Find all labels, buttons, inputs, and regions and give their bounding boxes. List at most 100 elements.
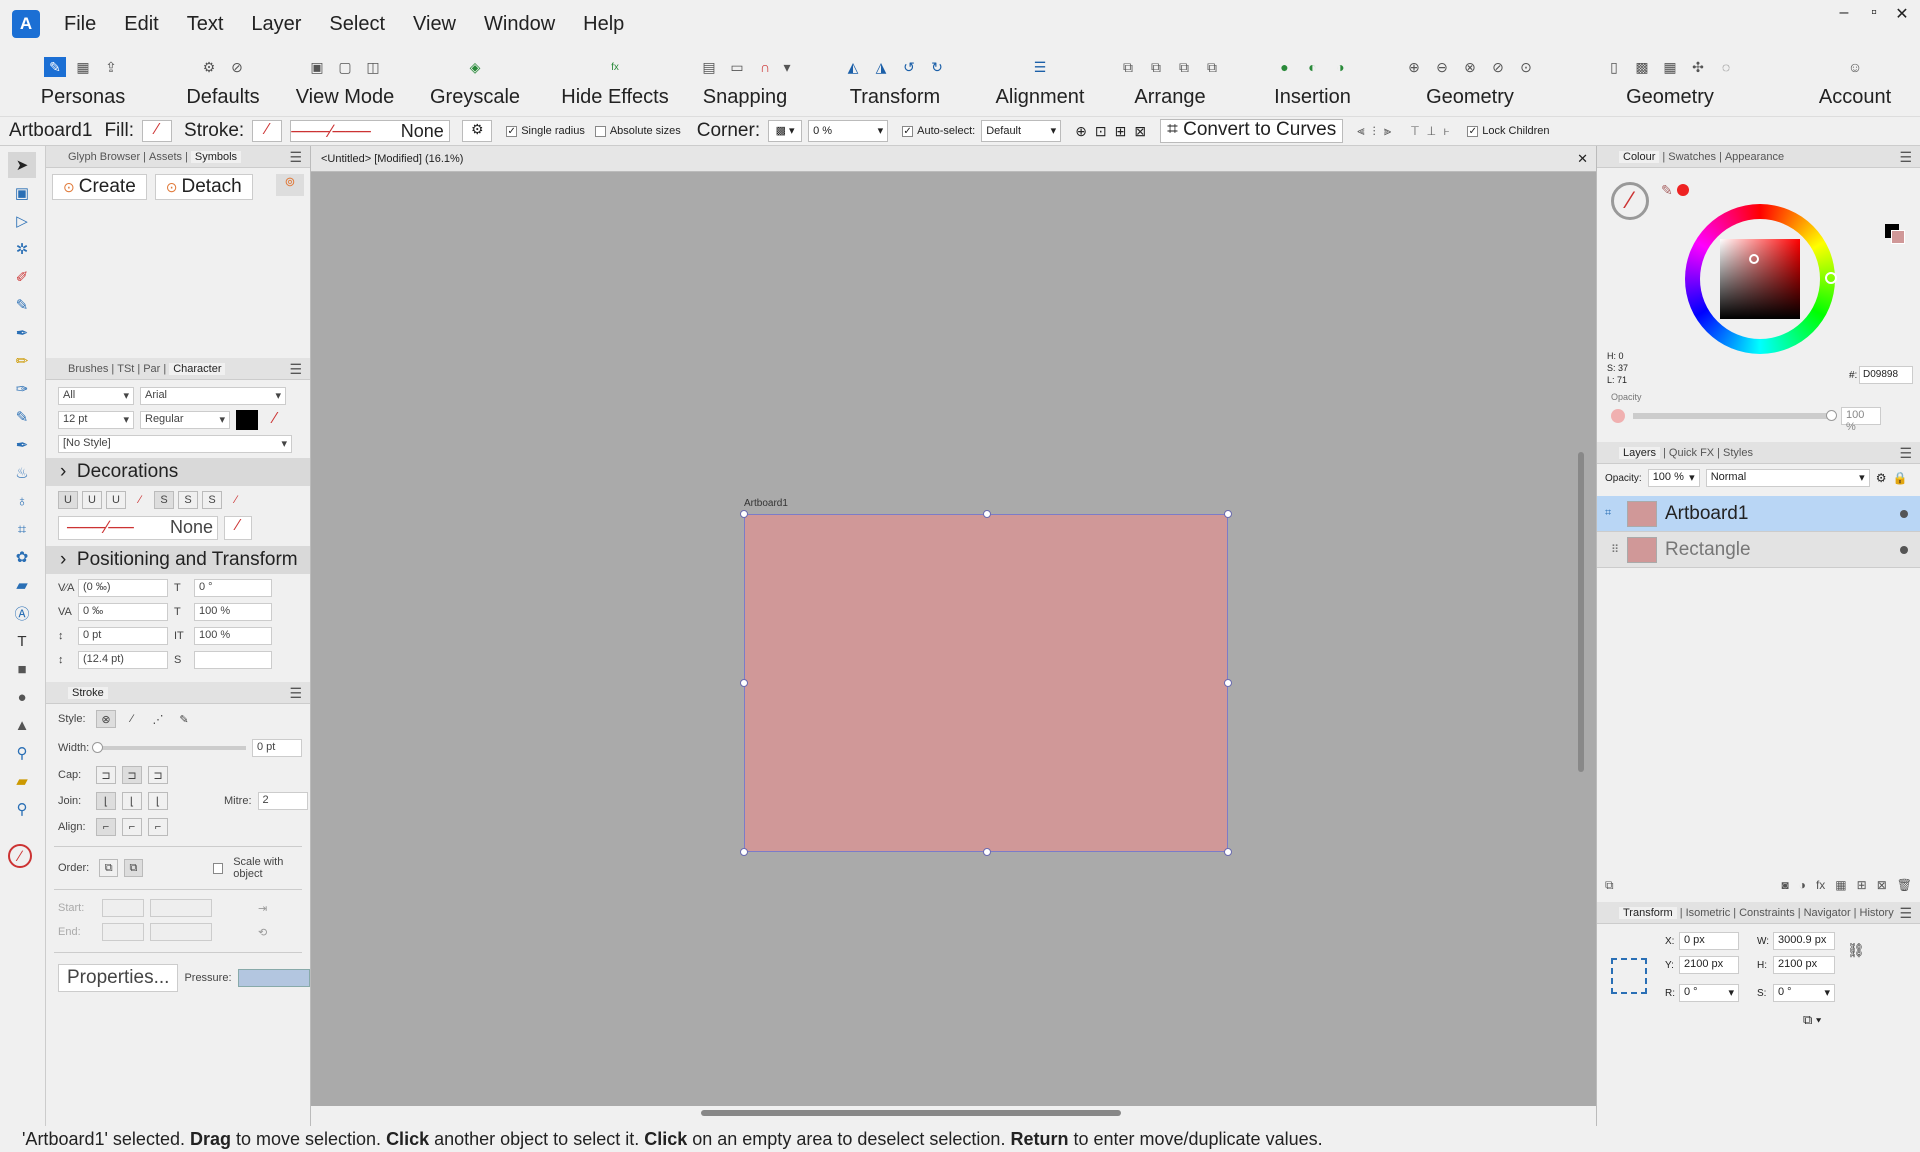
handle-top[interactable] xyxy=(983,510,991,518)
menu-text[interactable]: Text xyxy=(173,13,238,36)
align-inside-icon[interactable]: ⌐ xyxy=(122,818,142,836)
vertical-scale-input[interactable]: 100 % xyxy=(194,603,272,621)
layer-artboard1[interactable]: ⌗ Artboard1 xyxy=(1597,496,1920,532)
fill-stroke-wells[interactable]: ∕ xyxy=(1611,182,1649,220)
fill-tool-icon[interactable]: ✑ xyxy=(8,376,36,402)
geometry-op-3-icon[interactable]: ▦ xyxy=(1659,57,1681,77)
gradient-tool-icon[interactable]: ✒ xyxy=(8,432,36,458)
decoration-color-swatch[interactable]: ∕ xyxy=(224,516,252,540)
fx-icon[interactable]: fx xyxy=(1816,878,1825,892)
strike-color-icon[interactable]: ∕ xyxy=(226,494,246,506)
baseline-input[interactable]: 0 pt xyxy=(78,627,168,645)
convert-to-curves-button[interactable]: ⌗ Convert to Curves xyxy=(1160,119,1344,143)
rotate-right-icon[interactable]: ↻ xyxy=(926,57,948,77)
arrange-back-icon[interactable]: ⧉ xyxy=(1117,57,1139,77)
lock-children-checkbox[interactable]: ✓ xyxy=(1467,125,1479,137)
corner-value-input[interactable]: 0 % ▾ xyxy=(808,120,889,142)
underline-2-button[interactable]: U xyxy=(82,491,102,509)
artboard[interactable] xyxy=(740,510,1232,856)
add-mask-icon[interactable]: ◙ xyxy=(1781,878,1788,892)
start-size-select[interactable] xyxy=(150,899,212,917)
colour-menu-icon[interactable]: ☰ xyxy=(1899,149,1912,166)
align-outside-icon[interactable]: ⌐ xyxy=(148,818,168,836)
strike-button[interactable]: S xyxy=(154,491,174,509)
menu-edit[interactable]: Edit xyxy=(110,13,172,36)
insert-behind-icon[interactable]: ● xyxy=(1274,57,1296,77)
transform-group[interactable]: ◭ ◮ ↺ ↻ Transform xyxy=(830,48,960,116)
zoom-tool-icon[interactable]: ⚲ xyxy=(8,796,36,822)
miter-join-icon[interactable]: ⌊ xyxy=(96,792,116,810)
flip-horizontal-icon[interactable]: ◭ xyxy=(842,57,864,77)
current-colour-dot[interactable] xyxy=(1677,184,1689,196)
export-persona-icon[interactable]: ⇪ xyxy=(100,57,122,77)
handle-right[interactable] xyxy=(1224,679,1232,687)
round-join-icon[interactable]: ⌊ xyxy=(122,792,142,810)
vertical-scrollbar[interactable] xyxy=(1574,172,1588,1102)
snapping-magnet-icon[interactable]: ∩ xyxy=(754,57,776,77)
tab-navigator[interactable]: Navigator xyxy=(1804,907,1851,919)
stroke-style-select[interactable]: ───∕─── None xyxy=(290,120,451,142)
align-center-icon[interactable]: ⌐ xyxy=(96,818,116,836)
stroke-front-icon[interactable]: ⧉ xyxy=(124,859,143,877)
snapping-group[interactable]: ▤ ▭ ∩ ▾ Snapping xyxy=(690,48,800,116)
paint-brush-icon[interactable]: ✏ xyxy=(8,348,36,374)
personas-group[interactable]: ✎ ▦ ⇪ Personas xyxy=(18,48,148,116)
adjustment-icon[interactable]: ◑ xyxy=(1799,878,1806,892)
crop-tool-icon[interactable]: ⌗ xyxy=(8,516,36,542)
fill-swatch[interactable]: ∕ xyxy=(142,120,173,142)
strike-3-button[interactable]: S xyxy=(202,491,222,509)
scope-select[interactable]: All ▾ xyxy=(58,387,134,405)
pixel-persona-icon[interactable]: ▦ xyxy=(72,57,94,77)
pencil-tool-icon[interactable]: ✐ xyxy=(8,264,36,290)
layers-menu-icon[interactable]: ☰ xyxy=(1899,445,1912,462)
geometry-group[interactable]: ⊕ ⊖ ⊗ ⊘ ⊙ Geometry xyxy=(1385,48,1555,116)
tab-history[interactable]: History xyxy=(1860,907,1894,919)
vector-brush-icon[interactable]: ✎ xyxy=(8,292,36,318)
designer-persona-icon[interactable]: ✎ xyxy=(44,57,66,77)
xor-icon[interactable]: ⊘ xyxy=(1487,57,1509,77)
split-mode-icon[interactable]: ◫ xyxy=(362,57,384,77)
arrange-forward-icon[interactable]: ⧉ xyxy=(1173,57,1195,77)
defaults-icon[interactable]: ⚙ xyxy=(198,57,220,77)
restore-icon[interactable]: ▫ xyxy=(1860,4,1888,22)
tab-colour[interactable]: Colour xyxy=(1619,150,1660,163)
divide-icon[interactable]: ⊙ xyxy=(1515,57,1537,77)
decorations-header[interactable]: › Decorations xyxy=(46,458,310,486)
geometry-op-5-icon[interactable]: ◌ xyxy=(1715,57,1737,77)
subtract-icon[interactable]: ⊖ xyxy=(1431,57,1453,77)
kerning-input[interactable]: (0 ‰) xyxy=(78,579,168,597)
create-symbol-button[interactable]: ⊙ Create xyxy=(52,174,147,200)
rotation-input[interactable]: 0 ° ▾ xyxy=(1679,984,1739,1002)
single-radius-checkbox[interactable]: ✓ xyxy=(506,125,518,137)
rectangle-tool-icon[interactable]: ■ xyxy=(8,656,36,682)
layer-options-icon[interactable]: ⧉ xyxy=(1605,878,1614,893)
defaults-group[interactable]: ⚙ ⊘ Defaults xyxy=(178,48,268,116)
shear-transform-input[interactable]: 0 ° ▾ xyxy=(1773,984,1835,1002)
visibility-icon[interactable] xyxy=(1900,509,1908,518)
tab-assets[interactable]: Assets xyxy=(149,151,182,163)
font-select[interactable]: Arial ▾ xyxy=(140,387,286,405)
hide-effects-group[interactable]: fx Hide Effects xyxy=(555,48,675,116)
tab-quick-fx[interactable]: Quick FX xyxy=(1669,447,1714,459)
handle-top-right[interactable] xyxy=(1224,510,1232,518)
hue-handle[interactable] xyxy=(1825,272,1837,284)
colour-opacity-input[interactable]: 100 % xyxy=(1841,407,1881,433)
handle-left[interactable] xyxy=(740,679,748,687)
geometry-op-2-icon[interactable]: ▩ xyxy=(1631,57,1653,77)
tab-appearance[interactable]: Appearance xyxy=(1725,151,1784,163)
mitre-input[interactable]: 2 xyxy=(257,792,308,810)
end-size-select[interactable] xyxy=(150,923,212,941)
app-logo-icon[interactable]: A xyxy=(12,10,40,38)
minimize-icon[interactable]: – xyxy=(1830,4,1858,22)
document-tab[interactable]: <Untitled> [Modified] (16.1%) ✕ xyxy=(311,146,1596,172)
handle-top-left[interactable] xyxy=(740,510,748,518)
dashed-stroke-icon[interactable]: ⋰ xyxy=(148,713,168,726)
insertion-group[interactable]: ● ◐ ◑ Insertion xyxy=(1255,48,1370,116)
triangle-tool-icon[interactable]: ▲ xyxy=(8,712,36,738)
alignment-group[interactable]: ☰ Alignment xyxy=(985,48,1095,116)
transparency-tool-icon[interactable]: ♨ xyxy=(8,460,36,486)
text-style-select[interactable]: [No Style] ▾ xyxy=(58,435,292,453)
stroke-width-handle[interactable] xyxy=(92,742,103,753)
tab-par[interactable]: Par xyxy=(143,363,160,375)
detach-symbol-button[interactable]: ⊙ Detach xyxy=(154,174,253,200)
